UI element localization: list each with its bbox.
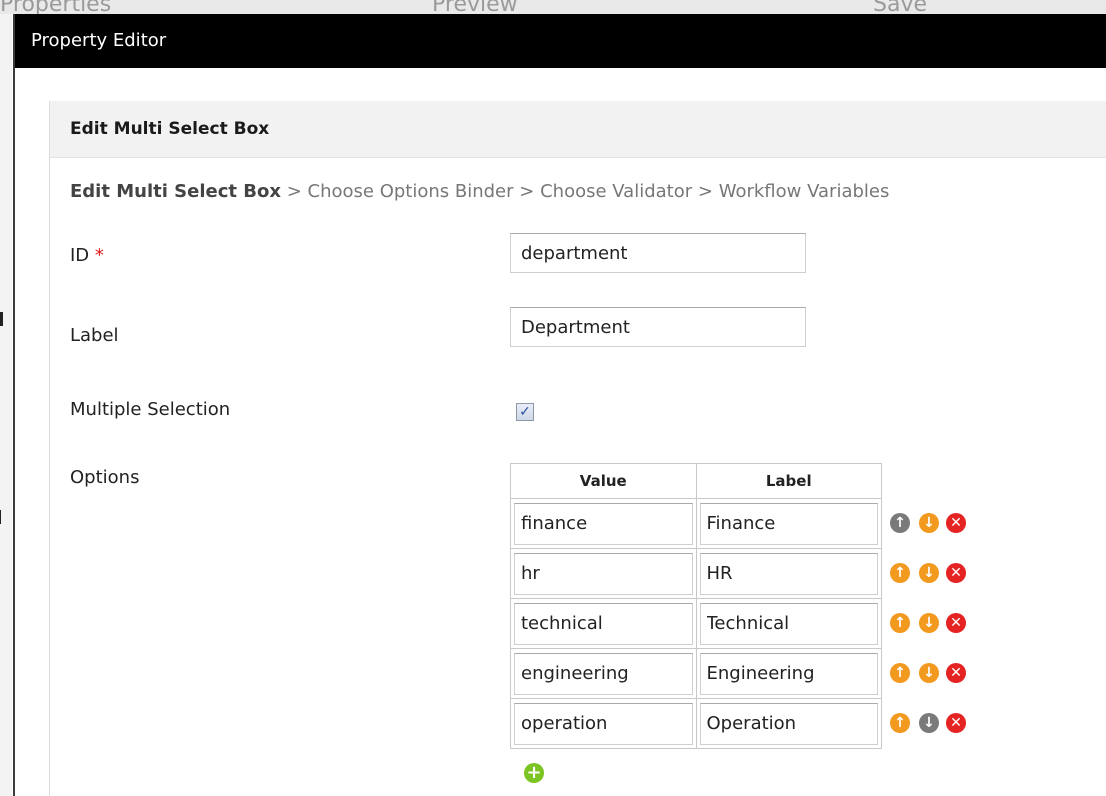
id-input[interactable] xyxy=(510,233,806,273)
option-row xyxy=(510,648,882,699)
row-actions: ↑ ↓ ✕ xyxy=(890,663,1000,685)
option-label-input[interactable] xyxy=(699,602,878,645)
option-value-input[interactable] xyxy=(514,552,693,595)
dialog-title: Property Editor xyxy=(31,30,167,51)
move-down-icon: ↓ xyxy=(919,713,939,733)
delete-icon[interactable]: ✕ xyxy=(946,513,966,533)
delete-icon[interactable]: ✕ xyxy=(946,613,966,633)
add-option-icon[interactable]: + xyxy=(524,763,544,783)
edit-panel: Edit Multi Select Box Edit Multi Select … xyxy=(49,101,1106,796)
id-label-text: ID xyxy=(70,245,90,266)
option-label-cell xyxy=(695,698,882,749)
breadcrumb-step-validator[interactable]: Choose Validator xyxy=(540,181,692,202)
option-row xyxy=(510,698,882,749)
breadcrumb-separator: > xyxy=(519,181,535,202)
move-up-icon[interactable]: ↑ xyxy=(890,563,910,583)
background-tab-preview: Preview xyxy=(432,0,518,14)
option-value-cell xyxy=(510,648,697,699)
move-up-icon[interactable]: ↑ xyxy=(890,613,910,633)
option-row xyxy=(510,598,882,649)
move-down-icon[interactable]: ↓ xyxy=(919,663,939,683)
option-value-input[interactable] xyxy=(514,602,693,645)
option-label-cell xyxy=(695,598,882,649)
background-toolbar: Properties Preview Save xyxy=(0,0,1106,14)
label-input[interactable] xyxy=(510,307,806,347)
options-header-row: Value Label xyxy=(510,463,882,499)
move-up-icon[interactable]: ↑ xyxy=(890,663,910,683)
option-row xyxy=(510,498,882,549)
option-value-input[interactable] xyxy=(514,502,693,545)
dialog-titlebar[interactable]: Property Editor xyxy=(15,14,1106,68)
option-label-cell xyxy=(695,548,882,599)
column-header-value: Value xyxy=(510,463,697,499)
checkmark-icon: ✓ xyxy=(519,404,531,420)
option-value-cell xyxy=(510,698,697,749)
option-value-input[interactable] xyxy=(514,652,693,695)
row-actions: ↑ ↓ ✕ xyxy=(890,613,1000,635)
move-down-icon[interactable]: ↓ xyxy=(919,613,939,633)
property-editor-dialog: Property Editor Edit Multi Select Box Ed… xyxy=(13,14,1106,796)
required-mark: * xyxy=(94,245,104,266)
option-value-cell xyxy=(510,598,697,649)
option-value-input[interactable] xyxy=(514,702,693,745)
breadcrumb: Edit Multi Select Box > Choose Options B… xyxy=(70,181,889,202)
breadcrumb-separator: > xyxy=(697,181,713,202)
panel-header: Edit Multi Select Box xyxy=(50,101,1106,158)
background-mark xyxy=(0,510,1,524)
delete-icon[interactable]: ✕ xyxy=(946,563,966,583)
move-up-icon[interactable]: ↑ xyxy=(890,713,910,733)
option-label-cell xyxy=(695,498,882,549)
multiple-selection-label: Multiple Selection xyxy=(70,399,231,420)
option-label-cell xyxy=(695,648,882,699)
label-field-label: Label xyxy=(70,325,119,346)
options-field-label: Options xyxy=(70,467,140,488)
option-label-input[interactable] xyxy=(699,652,878,695)
delete-icon[interactable]: ✕ xyxy=(946,713,966,733)
multiple-selection-checkbox[interactable]: ✓ xyxy=(516,403,534,421)
background-mark xyxy=(0,312,3,326)
option-value-cell xyxy=(510,548,697,599)
option-label-input[interactable] xyxy=(699,502,878,545)
move-down-icon[interactable]: ↓ xyxy=(919,563,939,583)
id-field-label: ID * xyxy=(70,245,104,266)
option-row xyxy=(510,548,882,599)
background-tab-save: Save xyxy=(873,0,928,14)
row-actions: ↑ ↓ ✕ xyxy=(890,513,1000,535)
breadcrumb-step-options-binder[interactable]: Choose Options Binder xyxy=(308,181,514,202)
breadcrumb-separator: > xyxy=(286,181,302,202)
delete-icon[interactable]: ✕ xyxy=(946,663,966,683)
row-actions: ↑ ↓ ✕ xyxy=(890,563,1000,585)
move-down-icon[interactable]: ↓ xyxy=(919,513,939,533)
background-tab-properties: Properties xyxy=(0,0,112,14)
option-label-input[interactable] xyxy=(699,702,878,745)
option-value-cell xyxy=(510,498,697,549)
option-label-input[interactable] xyxy=(699,552,878,595)
panel-heading: Edit Multi Select Box xyxy=(70,119,270,139)
breadcrumb-step-workflow-variables[interactable]: Workflow Variables xyxy=(719,181,890,202)
background-page-edge xyxy=(0,14,12,796)
row-actions: ↑ ↓ ✕ xyxy=(890,713,1000,735)
move-up-icon: ↑ xyxy=(890,513,910,533)
options-grid: Value Label xyxy=(510,463,882,749)
column-header-label: Label xyxy=(695,463,882,499)
breadcrumb-current: Edit Multi Select Box xyxy=(70,181,281,202)
